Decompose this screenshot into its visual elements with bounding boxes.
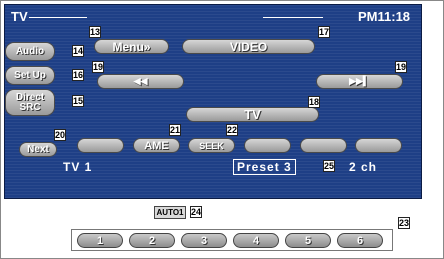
next-label: Next [27,144,49,155]
seek-next-button[interactable]: ▶▶▍ [316,74,403,89]
preset-5-label: 5 [304,234,312,247]
ame-label: AME [144,139,169,152]
video-label: VIDEO [229,39,268,54]
callout-21: 21 [169,124,181,136]
preset-6-label: 6 [356,234,364,247]
callout-25: 25 [323,160,335,172]
callout-24: 24 [190,206,202,218]
function-button-1[interactable] [77,138,124,153]
callout-19-left: 19 [92,61,104,73]
callout-leader [29,17,87,18]
callout-19-right: 19 [395,61,407,73]
fast-forward-icon: ▶▶▍ [349,76,370,86]
device-frame: TV PM11:18 Audio Set Up Direct SRC Menu»… [0,0,444,259]
audio-button[interactable]: Audio [5,42,55,61]
function-button-6[interactable] [355,138,402,153]
video-button[interactable]: VIDEO [182,39,315,54]
direct-src-label: Direct SRC [15,91,45,113]
seek-prev-button[interactable]: ◀◀ [97,74,184,89]
callout-18: 18 [308,96,320,108]
preset-3-label: 3 [200,234,208,247]
callout-23: 23 [398,217,410,229]
callout-14: 14 [72,45,84,57]
band-display: TV 1 [63,160,93,174]
channel-display: 2 ch [349,160,378,174]
preset-1-label: 1 [96,234,104,247]
preset-2-label: 2 [148,234,156,247]
next-button[interactable]: Next [19,142,57,157]
tv-source-label: TV [244,107,261,122]
tv-source-button[interactable]: TV [186,107,319,122]
preset-4-label: 4 [252,234,260,247]
preset-2-button[interactable]: 2 [129,233,175,248]
setup-button[interactable]: Set Up [5,66,55,85]
function-button-5[interactable] [300,138,347,153]
preset-6-button[interactable]: 6 [337,233,383,248]
seek-button[interactable]: SEEK [188,138,235,153]
callout-leader [263,17,323,18]
menu-label: Menu» [112,39,151,54]
preset-display: Preset 3 [233,159,296,175]
direct-src-button[interactable]: Direct SRC [5,89,55,116]
callout-13: 13 [89,26,101,38]
source-title: TV [11,9,28,24]
menu-button[interactable]: Menu» [94,39,169,54]
callout-22: 22 [226,124,238,136]
callout-16: 16 [72,69,84,81]
clock: PM11:18 [358,9,411,24]
function-button-4[interactable] [244,138,291,153]
setup-label: Set Up [14,69,46,81]
callout-15: 15 [72,95,84,107]
audio-label: Audio [15,45,45,57]
auto-indicator: AUTO1 [154,206,186,219]
callout-17: 17 [318,26,330,38]
rewind-icon: ◀◀ [133,76,148,86]
preset-4-button[interactable]: 4 [233,233,279,248]
ame-button[interactable]: AME [133,138,180,153]
preset-5-button[interactable]: 5 [285,233,331,248]
seek-label: SEEK [199,140,224,151]
preset-3-button[interactable]: 3 [181,233,227,248]
preset-1-button[interactable]: 1 [77,233,123,248]
callout-20: 20 [54,129,66,141]
